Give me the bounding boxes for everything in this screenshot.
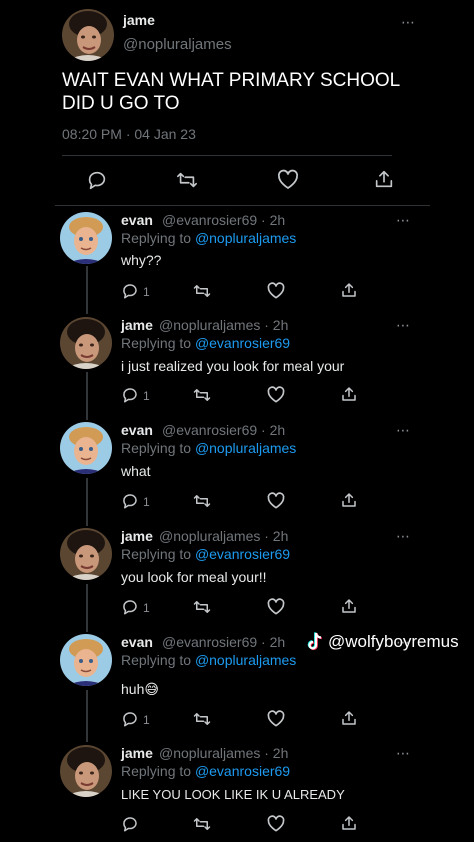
replying-to-handle[interactable]: @nopluraljames: [195, 230, 296, 246]
reply-avatar[interactable]: [60, 745, 112, 797]
reply-more-icon[interactable]: ⋯: [396, 317, 411, 334]
main-author-name[interactable]: jame: [123, 12, 155, 28]
reply-icon[interactable]: [86, 169, 108, 191]
reply-avatar[interactable]: [60, 317, 112, 369]
main-tweet-text-line1: WAIT EVAN WHAT PRIMARY SCHOOL: [62, 70, 401, 91]
reply-count: 1: [143, 389, 150, 403]
replying-to-handle[interactable]: @evanrosier69: [195, 335, 290, 351]
reply-more-icon[interactable]: ⋯: [396, 528, 411, 545]
replying-to-handle[interactable]: @nopluraljames: [195, 652, 296, 668]
divider: [55, 205, 430, 206]
reply-count: 1: [143, 713, 150, 727]
like-icon[interactable]: [266, 709, 286, 729]
reply-text: i just realized you look for meal your: [121, 358, 345, 374]
reply-text: huh😅: [121, 681, 159, 697]
share-icon[interactable]: [340, 281, 358, 299]
reply-author-name[interactable]: evan: [121, 212, 153, 228]
reply-author-handle[interactable]: @nopluraljames · 2h: [159, 745, 288, 761]
replying-to-label: Replying to: [121, 230, 192, 246]
reply-icon[interactable]: [121, 815, 139, 833]
reply-avatar[interactable]: [60, 422, 112, 474]
reply-icon[interactable]: [121, 598, 139, 616]
watermark: @wolfyboyremus: [306, 632, 459, 652]
reply-avatar[interactable]: [60, 634, 112, 686]
reply-text: why??: [121, 252, 162, 268]
replying-to-label: Replying to: [121, 440, 192, 456]
replying-to-line: Replying to @nopluraljames: [121, 652, 296, 668]
retweet-icon[interactable]: [193, 386, 211, 404]
replying-to-handle[interactable]: @nopluraljames: [195, 440, 296, 456]
reply-icon[interactable]: [121, 282, 139, 300]
reply-icon[interactable]: [121, 386, 139, 404]
reply-author-name[interactable]: evan: [121, 634, 153, 650]
retweet-icon[interactable]: [193, 815, 211, 833]
replying-to-line: Replying to @nopluraljames: [121, 230, 296, 246]
share-icon[interactable]: [340, 491, 358, 509]
like-icon[interactable]: [266, 597, 286, 617]
reply-author-name[interactable]: jame: [121, 528, 153, 544]
replying-to-label: Replying to: [121, 546, 192, 562]
replying-to-label: Replying to: [121, 763, 192, 779]
reply-text: you look for meal your!!: [121, 569, 267, 585]
reply-author-handle[interactable]: @evanrosier69 · 2h: [162, 422, 285, 438]
reply-count: 1: [143, 285, 150, 299]
share-icon[interactable]: [340, 709, 358, 727]
reply-text: what: [121, 463, 151, 479]
tiktok-icon: [306, 632, 324, 652]
retweet-icon[interactable]: [176, 169, 198, 191]
reply-icon[interactable]: [121, 492, 139, 510]
reply-author-handle[interactable]: @nopluraljames · 2h: [159, 528, 288, 544]
share-icon[interactable]: [340, 385, 358, 403]
retweet-icon[interactable]: [193, 492, 211, 510]
share-icon[interactable]: [340, 597, 358, 615]
replying-to-line: Replying to @evanrosier69: [121, 546, 290, 562]
retweet-icon[interactable]: [193, 598, 211, 616]
main-author-avatar[interactable]: [62, 9, 114, 61]
main-author-handle[interactable]: @nopluraljames: [123, 36, 232, 53]
like-icon[interactable]: [266, 385, 286, 405]
reply-more-icon[interactable]: ⋯: [396, 212, 411, 229]
share-icon[interactable]: [373, 168, 395, 190]
thread-line: [86, 266, 88, 314]
reply-author-name[interactable]: jame: [121, 745, 153, 761]
reply-author-handle[interactable]: @evanrosier69 · 2h: [162, 634, 285, 650]
main-tweet-text-line2: DID U GO TO: [62, 93, 180, 114]
reply-icon[interactable]: [121, 710, 139, 728]
reply-author-name[interactable]: jame: [121, 317, 153, 333]
reply-avatar[interactable]: [60, 212, 112, 264]
replying-to-label: Replying to: [121, 335, 192, 351]
reply-avatar[interactable]: [60, 528, 112, 580]
share-icon[interactable]: [340, 814, 358, 832]
reply-author-handle[interactable]: @nopluraljames · 2h: [159, 317, 288, 333]
like-icon[interactable]: [266, 814, 286, 834]
like-icon[interactable]: [266, 491, 286, 511]
divider: [62, 155, 392, 156]
watermark-text: @wolfyboyremus: [328, 632, 459, 651]
retweet-icon[interactable]: [193, 710, 211, 728]
reply-count: 1: [143, 495, 150, 509]
reply-more-icon[interactable]: ⋯: [396, 422, 411, 439]
reply-more-icon[interactable]: ⋯: [396, 745, 411, 762]
reply-text: LIKE YOU LOOK LIKE IK U ALREADY: [121, 787, 345, 802]
like-icon[interactable]: [266, 281, 286, 301]
thread-line: [86, 478, 88, 526]
retweet-icon[interactable]: [193, 282, 211, 300]
thread-line: [86, 584, 88, 632]
replying-to-handle[interactable]: @evanrosier69: [195, 546, 290, 562]
thread-line: [86, 372, 88, 420]
replying-to-line: Replying to @evanrosier69: [121, 763, 290, 779]
reply-author-handle[interactable]: @evanrosier69 · 2h: [162, 212, 285, 228]
replying-to-handle[interactable]: @evanrosier69: [195, 763, 290, 779]
replying-to-label: Replying to: [121, 652, 192, 668]
like-icon[interactable]: [276, 168, 300, 192]
main-more-icon[interactable]: ⋯: [401, 14, 416, 31]
main-tweet-timestamp: 08:20 PM · 04 Jan 23: [62, 126, 196, 142]
reply-count: 1: [143, 601, 150, 615]
reply-author-name[interactable]: evan: [121, 422, 153, 438]
thread-line: [86, 690, 88, 742]
replying-to-line: Replying to @evanrosier69: [121, 335, 290, 351]
replying-to-line: Replying to @nopluraljames: [121, 440, 296, 456]
